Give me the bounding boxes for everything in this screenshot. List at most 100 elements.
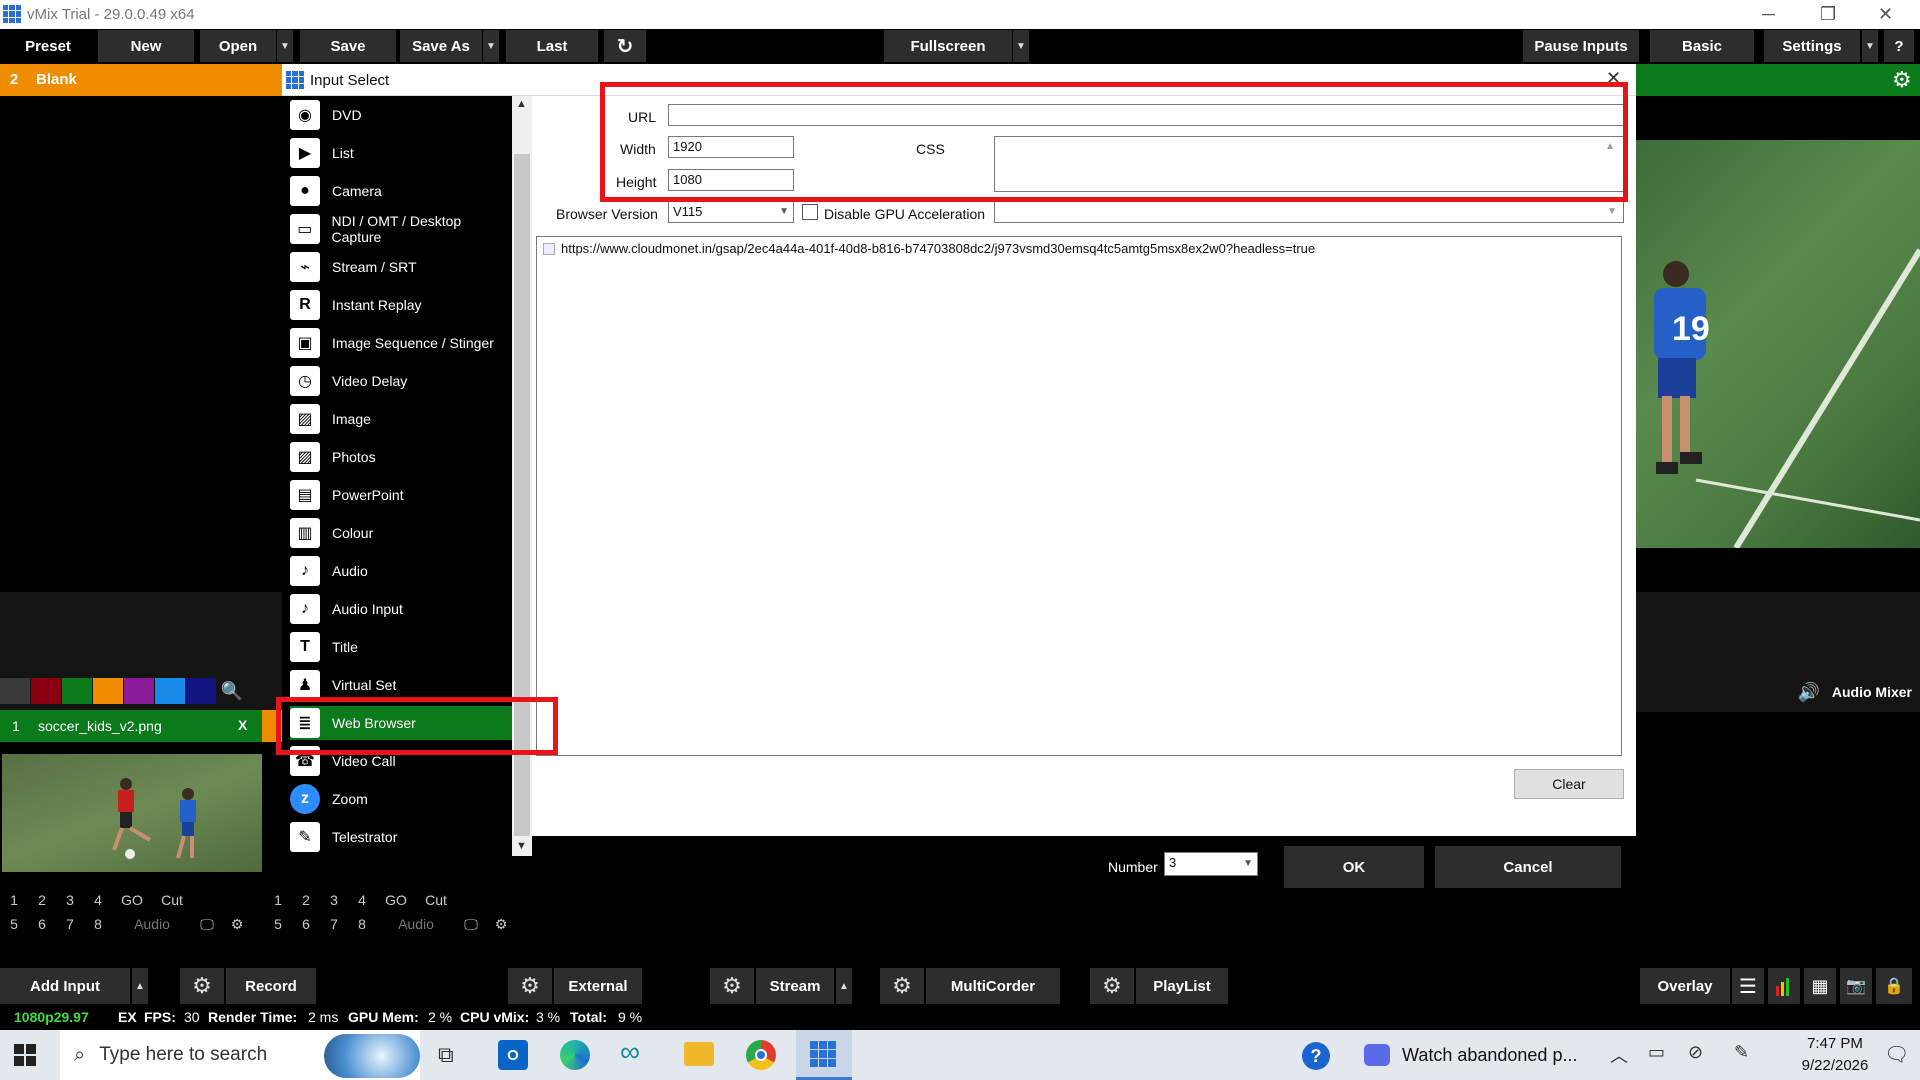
input-type-dvd[interactable]: ◉ DVD: [290, 98, 512, 132]
audio-meter-icon[interactable]: [1768, 968, 1800, 1004]
lock-icon[interactable]: 🔒: [1876, 968, 1912, 1004]
overlay-2-button[interactable]: 2: [28, 892, 56, 908]
input-type-audio[interactable]: ♪ Audio: [290, 554, 512, 588]
scroll-down-icon[interactable]: ▼: [516, 840, 527, 852]
clear-button[interactable]: Clear: [1514, 769, 1624, 799]
vmix-taskbar-item[interactable]: [796, 1030, 852, 1080]
input-type-powerpoint[interactable]: ▤ PowerPoint: [290, 478, 512, 512]
input-1-header[interactable]: 1 soccer_kids_v2.png X: [0, 710, 262, 742]
basic-button[interactable]: Basic: [1650, 30, 1754, 62]
close-icon[interactable]: ✕: [1878, 4, 1893, 25]
settings-button[interactable]: Settings: [1764, 30, 1860, 62]
overlay-1-button[interactable]: 1: [0, 892, 28, 908]
overlay-7-button[interactable]: 7: [320, 916, 348, 932]
multicorder-gear-icon[interactable]: ⚙: [880, 968, 924, 1004]
overlay-8-button[interactable]: 8: [84, 916, 112, 932]
cut-button[interactable]: Cut: [152, 892, 192, 908]
edge-icon[interactable]: [560, 1040, 590, 1070]
swatch-orange[interactable]: [93, 678, 123, 704]
overlay-4-button[interactable]: 4: [348, 892, 376, 908]
overlay-button[interactable]: Overlay: [1640, 968, 1730, 1004]
overlay-6-button[interactable]: 6: [28, 916, 56, 932]
overlay-3-button[interactable]: 3: [56, 892, 84, 908]
disable-gpu-checkbox[interactable]: [802, 204, 818, 220]
swatch-gray[interactable]: [0, 678, 30, 704]
search-icon[interactable]: 🔍: [217, 678, 247, 704]
cut-button[interactable]: Cut: [416, 892, 456, 908]
record-button[interactable]: Record: [226, 968, 316, 1004]
multiview-icon[interactable]: ▦: [1804, 968, 1836, 1004]
swatch-red[interactable]: [31, 678, 61, 704]
open-dropdown-icon[interactable]: ▼: [277, 30, 293, 62]
stream-dropdown-icon[interactable]: ▲: [836, 968, 852, 1004]
record-gear-icon[interactable]: ⚙: [180, 968, 224, 1004]
chevron-up-icon[interactable]: ︿: [1610, 1042, 1628, 1068]
task-view-icon[interactable]: ⧉: [438, 1042, 454, 1068]
chrome-icon[interactable]: [746, 1040, 776, 1070]
input-type-image[interactable]: ▨ Image: [290, 402, 512, 436]
input-type-audio-input[interactable]: ♪ Audio Input: [290, 592, 512, 626]
ok-button[interactable]: OK: [1284, 846, 1424, 888]
preset-button[interactable]: Preset: [0, 30, 96, 62]
list-item[interactable]: https://www.cloudmonet.in/gsap/2ec4a44a-…: [543, 241, 1615, 256]
input-type-ndi-omt-desktop-capture[interactable]: ▭ NDI / OMT / Desktop Capture: [290, 212, 512, 246]
cancel-button[interactable]: Cancel: [1435, 846, 1621, 888]
number-select[interactable]: 3 ▼: [1164, 852, 1258, 876]
overlay-3-button[interactable]: 3: [320, 892, 348, 908]
gear-icon[interactable]: ⚙: [222, 916, 252, 933]
go-button[interactable]: GO: [112, 892, 152, 908]
overlay-1-button[interactable]: 1: [264, 892, 292, 908]
minimize-icon[interactable]: ─: [1762, 4, 1775, 25]
save-as-dropdown-icon[interactable]: ▼: [483, 30, 499, 62]
overlay-5-button[interactable]: 5: [0, 916, 28, 932]
monitor-icon[interactable]: 🖵: [456, 916, 486, 933]
add-input-dropdown-icon[interactable]: ▲: [132, 968, 148, 1004]
video-app-icon[interactable]: [1364, 1044, 1390, 1066]
audio-button[interactable]: Audio: [376, 916, 456, 932]
external-gear-icon[interactable]: ⚙: [508, 968, 552, 1004]
fullscreen-dropdown-icon[interactable]: ▼: [1013, 30, 1029, 62]
input-type-instant-replay[interactable]: R Instant Replay: [290, 288, 512, 322]
input-1-thumbnail[interactable]: [2, 754, 262, 872]
gear-icon[interactable]: ⚙: [1892, 67, 1912, 93]
css-preset-select[interactable]: ▼: [994, 201, 1624, 223]
infinity-app-icon[interactable]: ∞: [620, 1036, 640, 1068]
playlist-button[interactable]: PlayList: [1136, 968, 1228, 1004]
file-explorer-icon[interactable]: [684, 1042, 714, 1066]
input-type-list[interactable]: ▶ List: [290, 136, 512, 170]
swatch-purple[interactable]: [124, 678, 154, 704]
snapshot-icon[interactable]: 📷: [1840, 968, 1872, 1004]
overlay-4-button[interactable]: 4: [84, 892, 112, 908]
network-off-icon[interactable]: ⊘: [1688, 1042, 1703, 1063]
input-type-camera[interactable]: ● Camera: [290, 174, 512, 208]
input-type-stream-srt[interactable]: ⌁ Stream / SRT: [290, 250, 512, 284]
input-type-image-sequence-stinger[interactable]: ▣ Image Sequence / Stinger: [290, 326, 512, 360]
clock-time[interactable]: 7:47 PM: [1790, 1035, 1880, 1052]
pen-icon[interactable]: ✎: [1734, 1042, 1749, 1063]
url-history-list[interactable]: https://www.cloudmonet.in/gsap/2ec4a44a-…: [536, 236, 1622, 756]
input-type-zoom[interactable]: z Zoom: [290, 782, 512, 816]
last-button[interactable]: Last: [506, 30, 598, 62]
input-type-telestrator[interactable]: ✎ Telestrator: [290, 820, 512, 854]
swatch-green[interactable]: [62, 678, 92, 704]
multicorder-button[interactable]: MultiCorder: [926, 968, 1060, 1004]
notification-center-icon[interactable]: 🗨: [1884, 1042, 1909, 1067]
scroll-up-icon[interactable]: ▲: [516, 98, 527, 110]
stream-button[interactable]: Stream: [756, 968, 834, 1004]
overlay-8-button[interactable]: 8: [348, 916, 376, 932]
notification-text[interactable]: Watch abandoned p...: [1402, 1045, 1577, 1066]
audio-button[interactable]: Audio: [112, 916, 192, 932]
open-button[interactable]: Open: [200, 30, 276, 62]
refresh-icon[interactable]: ↻: [604, 30, 646, 62]
fullscreen-button[interactable]: Fullscreen: [884, 30, 1012, 62]
battery-icon[interactable]: ▭: [1648, 1042, 1665, 1063]
swatch-navy[interactable]: [186, 678, 216, 704]
new-button[interactable]: New: [98, 30, 194, 62]
pause-inputs-button[interactable]: Pause Inputs: [1523, 30, 1639, 62]
outlook-icon[interactable]: O: [498, 1040, 528, 1070]
windows-start-icon[interactable]: [14, 1044, 36, 1066]
help-button[interactable]: ?: [1884, 30, 1914, 62]
stream-gear-icon[interactable]: ⚙: [710, 968, 754, 1004]
save-as-button[interactable]: Save As: [400, 30, 482, 62]
input-type-video-delay[interactable]: ◷ Video Delay: [290, 364, 512, 398]
